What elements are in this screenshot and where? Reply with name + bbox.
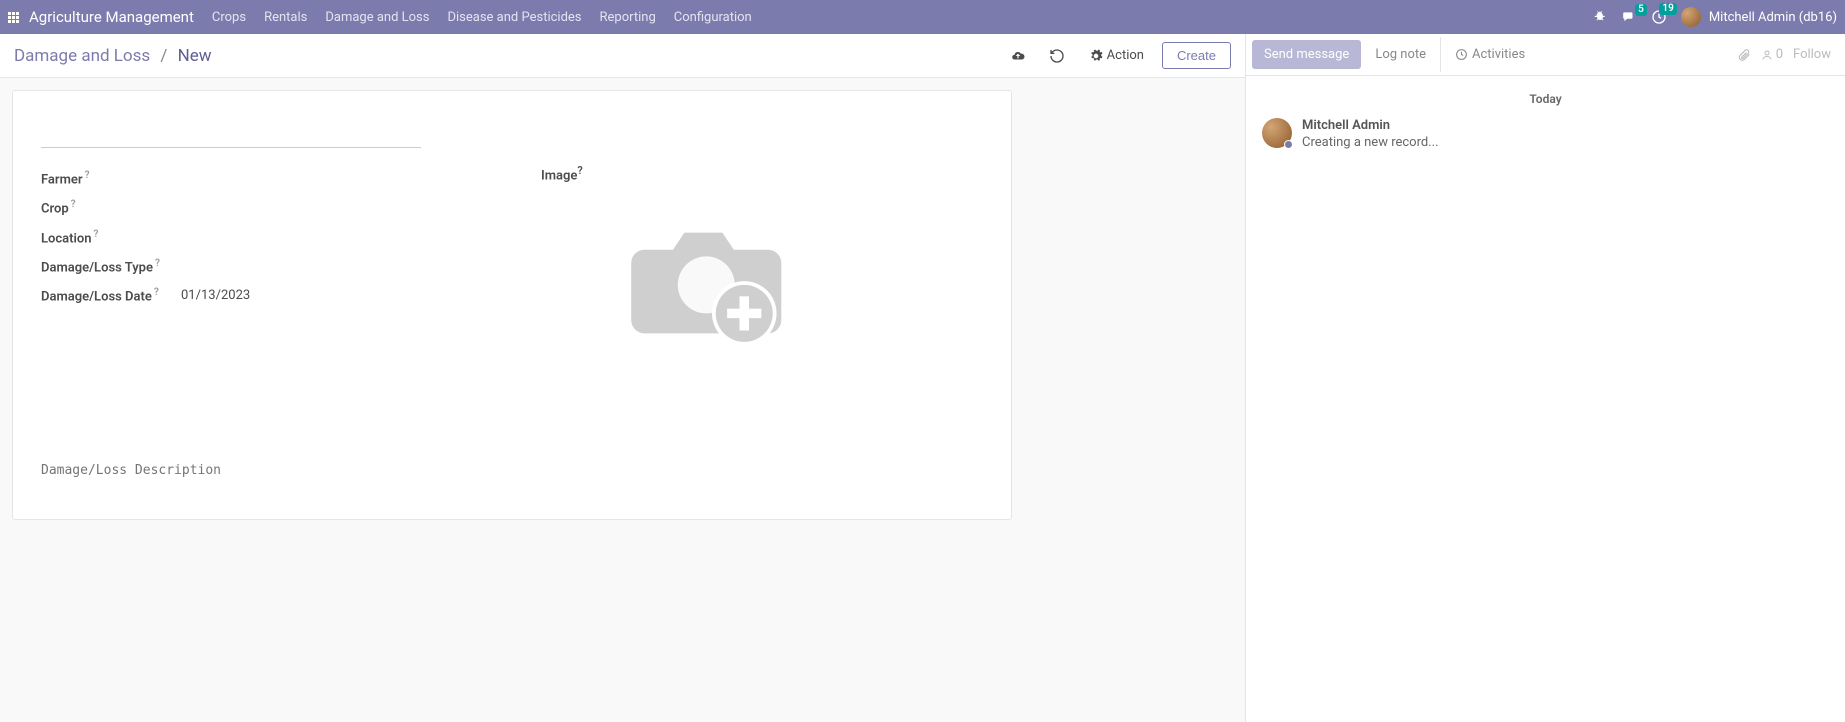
message-author: Mitchell Admin (1302, 118, 1439, 133)
user-name: Mitchell Admin (db16) (1709, 10, 1837, 25)
attachment-icon[interactable] (1737, 48, 1751, 62)
activity-badge: 19 (1659, 3, 1676, 15)
crop-label: Crop (41, 202, 69, 217)
camera-plus-icon (616, 198, 806, 368)
breadcrumb-current: New (178, 46, 212, 66)
message-text: Creating a new record... (1302, 135, 1439, 150)
clock-icon (1455, 48, 1468, 61)
presence-indicator (1284, 140, 1293, 149)
user-menu[interactable]: Mitchell Admin (db16) (1681, 7, 1837, 27)
discuss-badge: 5 (1635, 4, 1647, 16)
user-avatar (1681, 7, 1701, 27)
nav-right: 5 19 Mitchell Admin (db16) (1593, 7, 1837, 27)
debug-icon[interactable] (1593, 10, 1607, 24)
activities-button[interactable]: Activities (1440, 37, 1539, 72)
control-panel: Damage and Loss / New Action Create (0, 34, 1245, 78)
activities-label: Activities (1472, 47, 1525, 62)
nav-item-reporting[interactable]: Reporting (600, 10, 656, 25)
cloud-save-icon[interactable] (1003, 45, 1033, 67)
breadcrumb-root[interactable]: Damage and Loss (14, 46, 150, 66)
discuss-icon[interactable]: 5 (1621, 10, 1637, 24)
form-sheet: Farmer? Crop? Location? Damage/Loss (12, 90, 1012, 520)
log-note-button[interactable]: Log note (1361, 37, 1440, 72)
nav-item-config[interactable]: Configuration (674, 10, 752, 25)
image-label: Image (541, 168, 577, 183)
date-label: Damage/Loss Date (41, 290, 152, 305)
main-navbar: Agriculture Management Crops Rentals Dam… (0, 0, 1845, 34)
location-label: Location (41, 231, 92, 246)
followers-count[interactable]: 0 (1761, 47, 1783, 62)
send-message-button[interactable]: Send message (1252, 40, 1361, 69)
nav-item-disease[interactable]: Disease and Pesticides (447, 10, 581, 25)
message: Mitchell Admin Creating a new record... (1262, 118, 1829, 150)
action-button[interactable]: Action (1081, 44, 1152, 67)
breadcrumb: Damage and Loss / New (14, 46, 212, 66)
chatter: Send message Log note Activities 0 Follo… (1245, 34, 1845, 722)
apps-icon[interactable] (8, 12, 19, 23)
type-label: Damage/Loss Type (41, 260, 153, 275)
description-input[interactable] (41, 463, 983, 493)
breadcrumb-sep: / (160, 46, 167, 66)
app-title[interactable]: Agriculture Management (29, 8, 194, 26)
nav-item-rentals[interactable]: Rentals (264, 10, 307, 25)
nav-item-crops[interactable]: Crops (212, 10, 246, 25)
discard-icon[interactable] (1043, 44, 1071, 68)
create-button[interactable]: Create (1162, 42, 1231, 69)
follow-button[interactable]: Follow (1793, 47, 1831, 62)
farmer-label: Farmer (41, 172, 83, 187)
followers-num: 0 (1776, 47, 1783, 62)
gear-icon (1089, 49, 1103, 63)
nav-menu: Crops Rentals Damage and Loss Disease an… (212, 10, 752, 25)
day-separator: Today (1262, 92, 1829, 106)
image-upload[interactable] (601, 193, 821, 373)
nav-item-damage[interactable]: Damage and Loss (325, 10, 429, 25)
person-icon (1761, 49, 1773, 61)
name-input[interactable] (41, 113, 421, 148)
action-label: Action (1107, 48, 1144, 63)
activity-icon[interactable]: 19 (1651, 9, 1667, 25)
date-value[interactable]: 01/13/2023 (181, 288, 250, 303)
